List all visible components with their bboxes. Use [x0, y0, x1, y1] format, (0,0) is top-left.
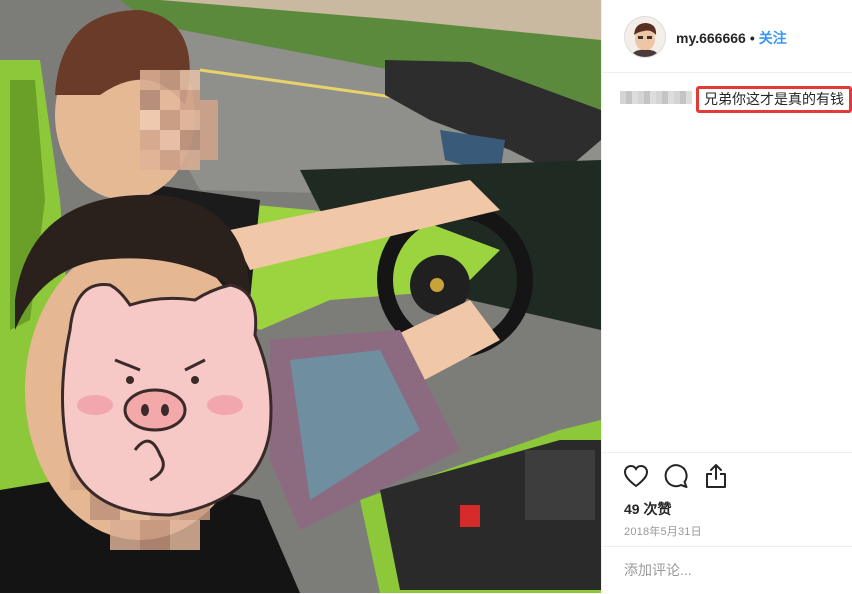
avatar[interactable]: [624, 16, 666, 58]
post-date: 2018年5月31日: [624, 526, 702, 538]
blurred-commenter-name: [620, 91, 692, 104]
caption-text: 兄弟你这才是真的有钱: [696, 86, 852, 113]
likes-count[interactable]: 49 次赞: [624, 499, 671, 519]
post-photo[interactable]: [0, 0, 601, 593]
follow-button[interactable]: 关注: [759, 30, 787, 46]
action-bar: [602, 452, 852, 488]
post-header: my.666666 • 关注: [602, 0, 852, 73]
heart-icon[interactable]: [622, 462, 650, 490]
comment-input[interactable]: [624, 562, 834, 578]
share-icon[interactable]: [702, 462, 730, 490]
header-user-row: my.666666 • 关注: [676, 28, 787, 48]
comment-box: [602, 546, 852, 594]
comment-icon[interactable]: [662, 462, 690, 490]
caption-row: 兄弟你这才是真的有钱: [620, 86, 852, 113]
separator-dot: •: [749, 30, 755, 46]
post-sidebar: my.666666 • 关注 兄弟你这才是真的有钱 49 次赞 2018年5月31日: [602, 0, 852, 593]
username-link[interactable]: my.666666: [676, 30, 746, 46]
